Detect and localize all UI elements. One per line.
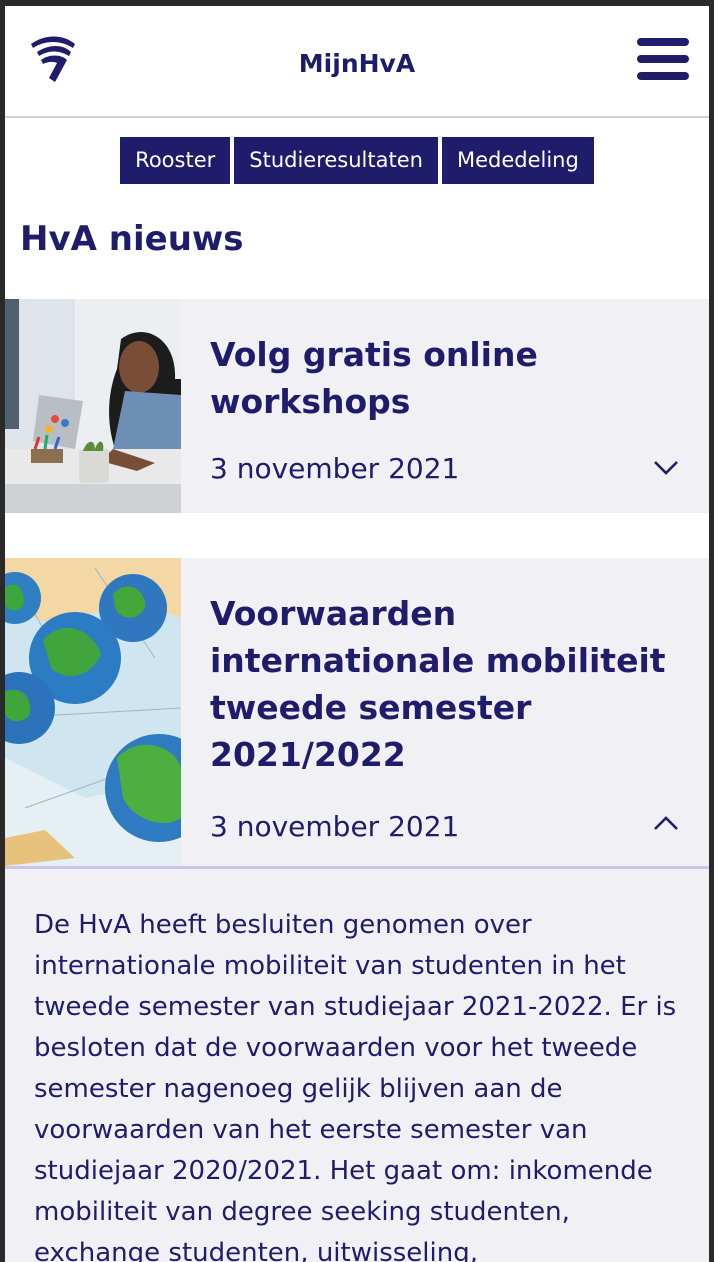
tab-mededeling[interactable]: Mededeling xyxy=(441,137,594,184)
news-image-workshops xyxy=(5,299,181,513)
news-card[interactable]: Voorwaarden internationale mobiliteit tw… xyxy=(5,558,709,866)
news-title[interactable]: Voorwaarden internationale mobiliteit tw… xyxy=(210,590,680,778)
news-card[interactable]: Volg gratis online workshops 3 november … xyxy=(5,299,709,513)
news-image-mobility xyxy=(5,558,181,866)
app-screen: MijnHvA Rooster Studieresultaten Mededel… xyxy=(5,6,709,1262)
chevron-up-icon[interactable] xyxy=(653,814,679,832)
news-body: De HvA heeft besluiten genomen over inte… xyxy=(5,866,709,1262)
news-title[interactable]: Volg gratis online workshops xyxy=(210,331,680,425)
tab-studieresultaten[interactable]: Studieresultaten xyxy=(234,137,438,184)
chevron-down-icon[interactable] xyxy=(653,459,679,477)
hamburger-menu-icon[interactable] xyxy=(637,38,689,86)
news-date: 3 november 2021 xyxy=(210,810,460,843)
section-title: HvA nieuws xyxy=(20,219,244,259)
news-body-text: De HvA heeft besluiten genomen over inte… xyxy=(34,910,677,1262)
tab-rooster[interactable]: Rooster xyxy=(120,137,231,184)
app-title: MijnHvA xyxy=(298,49,416,78)
app-header: MijnHvA xyxy=(5,6,709,118)
news-date: 3 november 2021 xyxy=(210,452,460,485)
quick-links: Rooster Studieresultaten Mededeling xyxy=(5,137,709,184)
